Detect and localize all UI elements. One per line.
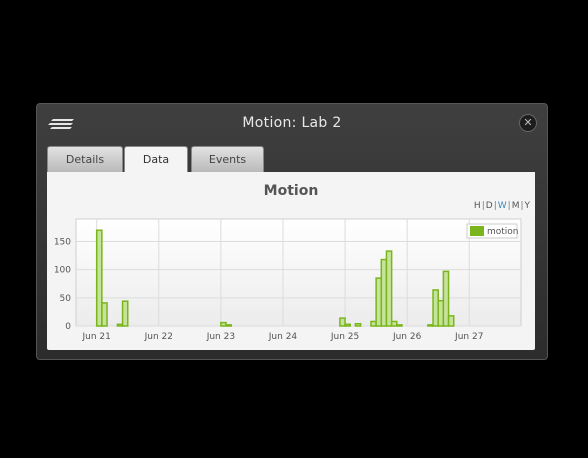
bar [385, 250, 393, 327]
x-tick-label: Jun 26 [392, 332, 422, 342]
y-tick-label: 50 [60, 294, 72, 304]
tab-details[interactable]: Details [47, 146, 123, 173]
motion-dialog: Motion: Lab 2 ✕ Details Data Events Moti… [36, 103, 548, 360]
bar [396, 324, 403, 327]
x-tick-label: Jun 21 [82, 332, 111, 342]
bar [121, 300, 129, 327]
y-tick-label: 100 [54, 266, 71, 276]
y-tick-label: 0 [65, 322, 71, 332]
bar [390, 320, 398, 327]
chart-legend: motion [466, 223, 519, 239]
tab-data[interactable]: Data [124, 146, 188, 174]
bar [225, 324, 232, 327]
bar [442, 270, 450, 327]
bar [370, 320, 377, 327]
x-tick-label: Jun 24 [268, 332, 298, 342]
close-icon[interactable]: ✕ [519, 114, 537, 132]
x-tick-label: Jun 23 [206, 332, 235, 342]
bar [427, 324, 434, 327]
bar [101, 302, 108, 327]
legend-label: motion [487, 227, 519, 237]
bar [220, 321, 227, 327]
x-tick-label: Jun 27 [454, 332, 483, 342]
bar [116, 323, 124, 327]
bar [95, 229, 103, 327]
bar [375, 277, 383, 327]
plot-area [75, 218, 522, 327]
bar [339, 317, 346, 327]
x-tick-label: Jun 22 [144, 332, 173, 342]
bar [432, 289, 439, 327]
data-panel: Motion H|D|W|M|Y 0 50 100 150 Jun 21 Jun 22 J… [47, 172, 535, 350]
bar [344, 323, 351, 327]
x-tick-label: Jun 25 [330, 332, 359, 342]
motion-chart: 0 50 100 150 Jun 21 Jun 22 Jun 23 Jun 24 Jun 25… [54, 218, 522, 342]
window-title: Motion: Lab 2 [242, 115, 342, 131]
bar [437, 299, 445, 327]
y-tick-label: 150 [54, 238, 71, 248]
bar [380, 258, 388, 327]
bar [447, 315, 455, 327]
legend-swatch [470, 226, 484, 236]
tab-events[interactable]: Events [191, 146, 264, 173]
bar [354, 322, 362, 327]
